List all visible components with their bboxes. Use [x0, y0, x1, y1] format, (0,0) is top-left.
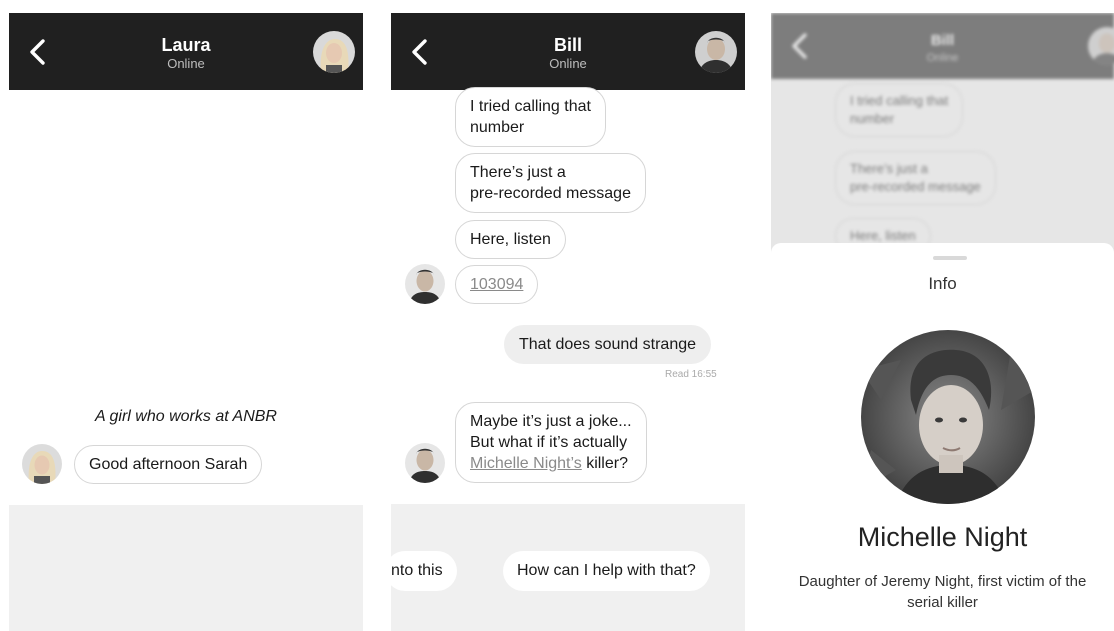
contact-name: Laura	[161, 35, 211, 55]
sender-avatar	[405, 264, 445, 304]
contact-status: Online	[167, 56, 205, 71]
reply-tray	[9, 505, 363, 631]
read-receipt: Read 16:55	[665, 369, 717, 380]
reply-tray: nto this How can I help with that?	[391, 504, 745, 631]
character-info-screen: Bill Online I tried calling that number T…	[771, 13, 1114, 631]
backdrop-overlay[interactable]	[771, 13, 1114, 253]
sheet-title: Info	[928, 274, 957, 293]
sender-avatar	[405, 443, 445, 483]
reply-option[interactable]: nto this	[391, 551, 457, 591]
message-bubble: There’s just a pre-recorded message	[455, 153, 646, 213]
drag-handle[interactable]	[933, 256, 967, 260]
sender-avatar	[22, 444, 62, 484]
message-bubble: Good afternoon Sarah	[74, 445, 263, 484]
chat-header: Laura Online	[9, 13, 363, 90]
reply-option[interactable]: How can I help with that?	[503, 551, 710, 591]
character-name: Michelle Night	[857, 522, 1028, 552]
contact-avatar[interactable]	[313, 31, 355, 73]
message-bubble: Maybe it’s just a joke... But what if it…	[455, 402, 647, 483]
audio-link-bubble[interactable]: 103094	[455, 265, 539, 304]
contact-status: Online	[549, 56, 587, 71]
chat-screen-bill: Bill Online I tried calling that number T…	[391, 13, 745, 631]
message-bubble: Here, listen	[455, 220, 566, 259]
contact-name: Bill	[553, 35, 582, 55]
outgoing-message-bubble: That does sound strange	[504, 325, 712, 364]
audio-link[interactable]: 103094	[470, 276, 523, 293]
info-sheet: Info Michelle Night Daughter of Jeremy N…	[771, 243, 1114, 631]
chat-screen-laura: Laura Online A girl who works at ANBR Go…	[9, 13, 363, 631]
contact-avatar[interactable]	[695, 31, 737, 73]
message-bubble: I tried calling that number	[455, 87, 606, 147]
character-description: Daughter of Jeremy Night, first victim o…	[798, 573, 1087, 611]
chat-header: Bill Online	[391, 13, 745, 90]
character-link[interactable]: Michelle Night’s	[470, 455, 582, 472]
character-portrait	[861, 330, 1035, 504]
narration-text: A girl who works at ANBR	[95, 408, 277, 425]
